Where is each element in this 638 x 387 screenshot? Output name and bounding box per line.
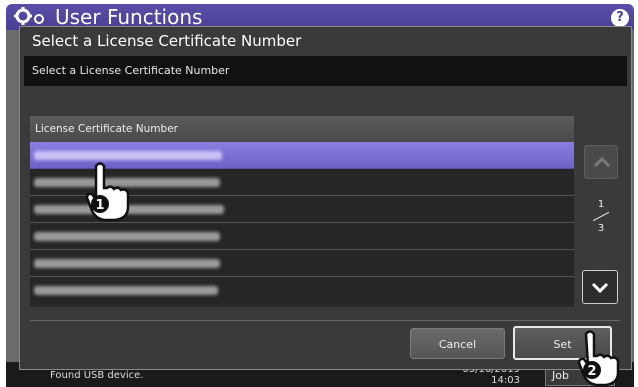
- status-time: 14:03: [491, 375, 520, 386]
- list-row-6[interactable]: [30, 277, 574, 304]
- list-row-5[interactable]: [30, 250, 574, 277]
- scroll-up-button[interactable]: [584, 145, 618, 179]
- hand-pointer-icon: 2: [577, 330, 620, 386]
- page-total: 3: [597, 223, 605, 234]
- scroll-down-button[interactable]: [582, 270, 618, 304]
- status-message: Found USB device.: [50, 370, 144, 381]
- step-1-label: 1: [95, 198, 104, 213]
- chevron-up-icon: [593, 156, 611, 168]
- hand-pointer-icon: 1: [85, 162, 130, 222]
- page-current: 1: [597, 199, 605, 210]
- divider: [30, 320, 620, 321]
- redacted-value: [34, 151, 222, 160]
- list-row-4[interactable]: [30, 223, 574, 250]
- page-indicator: 1 3: [586, 199, 616, 234]
- redacted-value: [34, 286, 218, 295]
- cancel-button[interactable]: Cancel: [410, 328, 505, 359]
- step-2-label: 2: [587, 364, 596, 379]
- dialog-title: Select a License Certificate Number: [32, 32, 302, 50]
- list-column-header: License Certificate Number: [30, 116, 574, 142]
- redacted-value: [34, 259, 220, 268]
- redacted-value: [34, 232, 220, 241]
- dialog-instruction: Select a License Certificate Number: [24, 56, 627, 86]
- chevron-down-icon: [591, 282, 609, 294]
- help-button[interactable]: ?: [611, 9, 629, 27]
- settings-gear-icon: [14, 7, 44, 25]
- page-divider: [592, 211, 610, 222]
